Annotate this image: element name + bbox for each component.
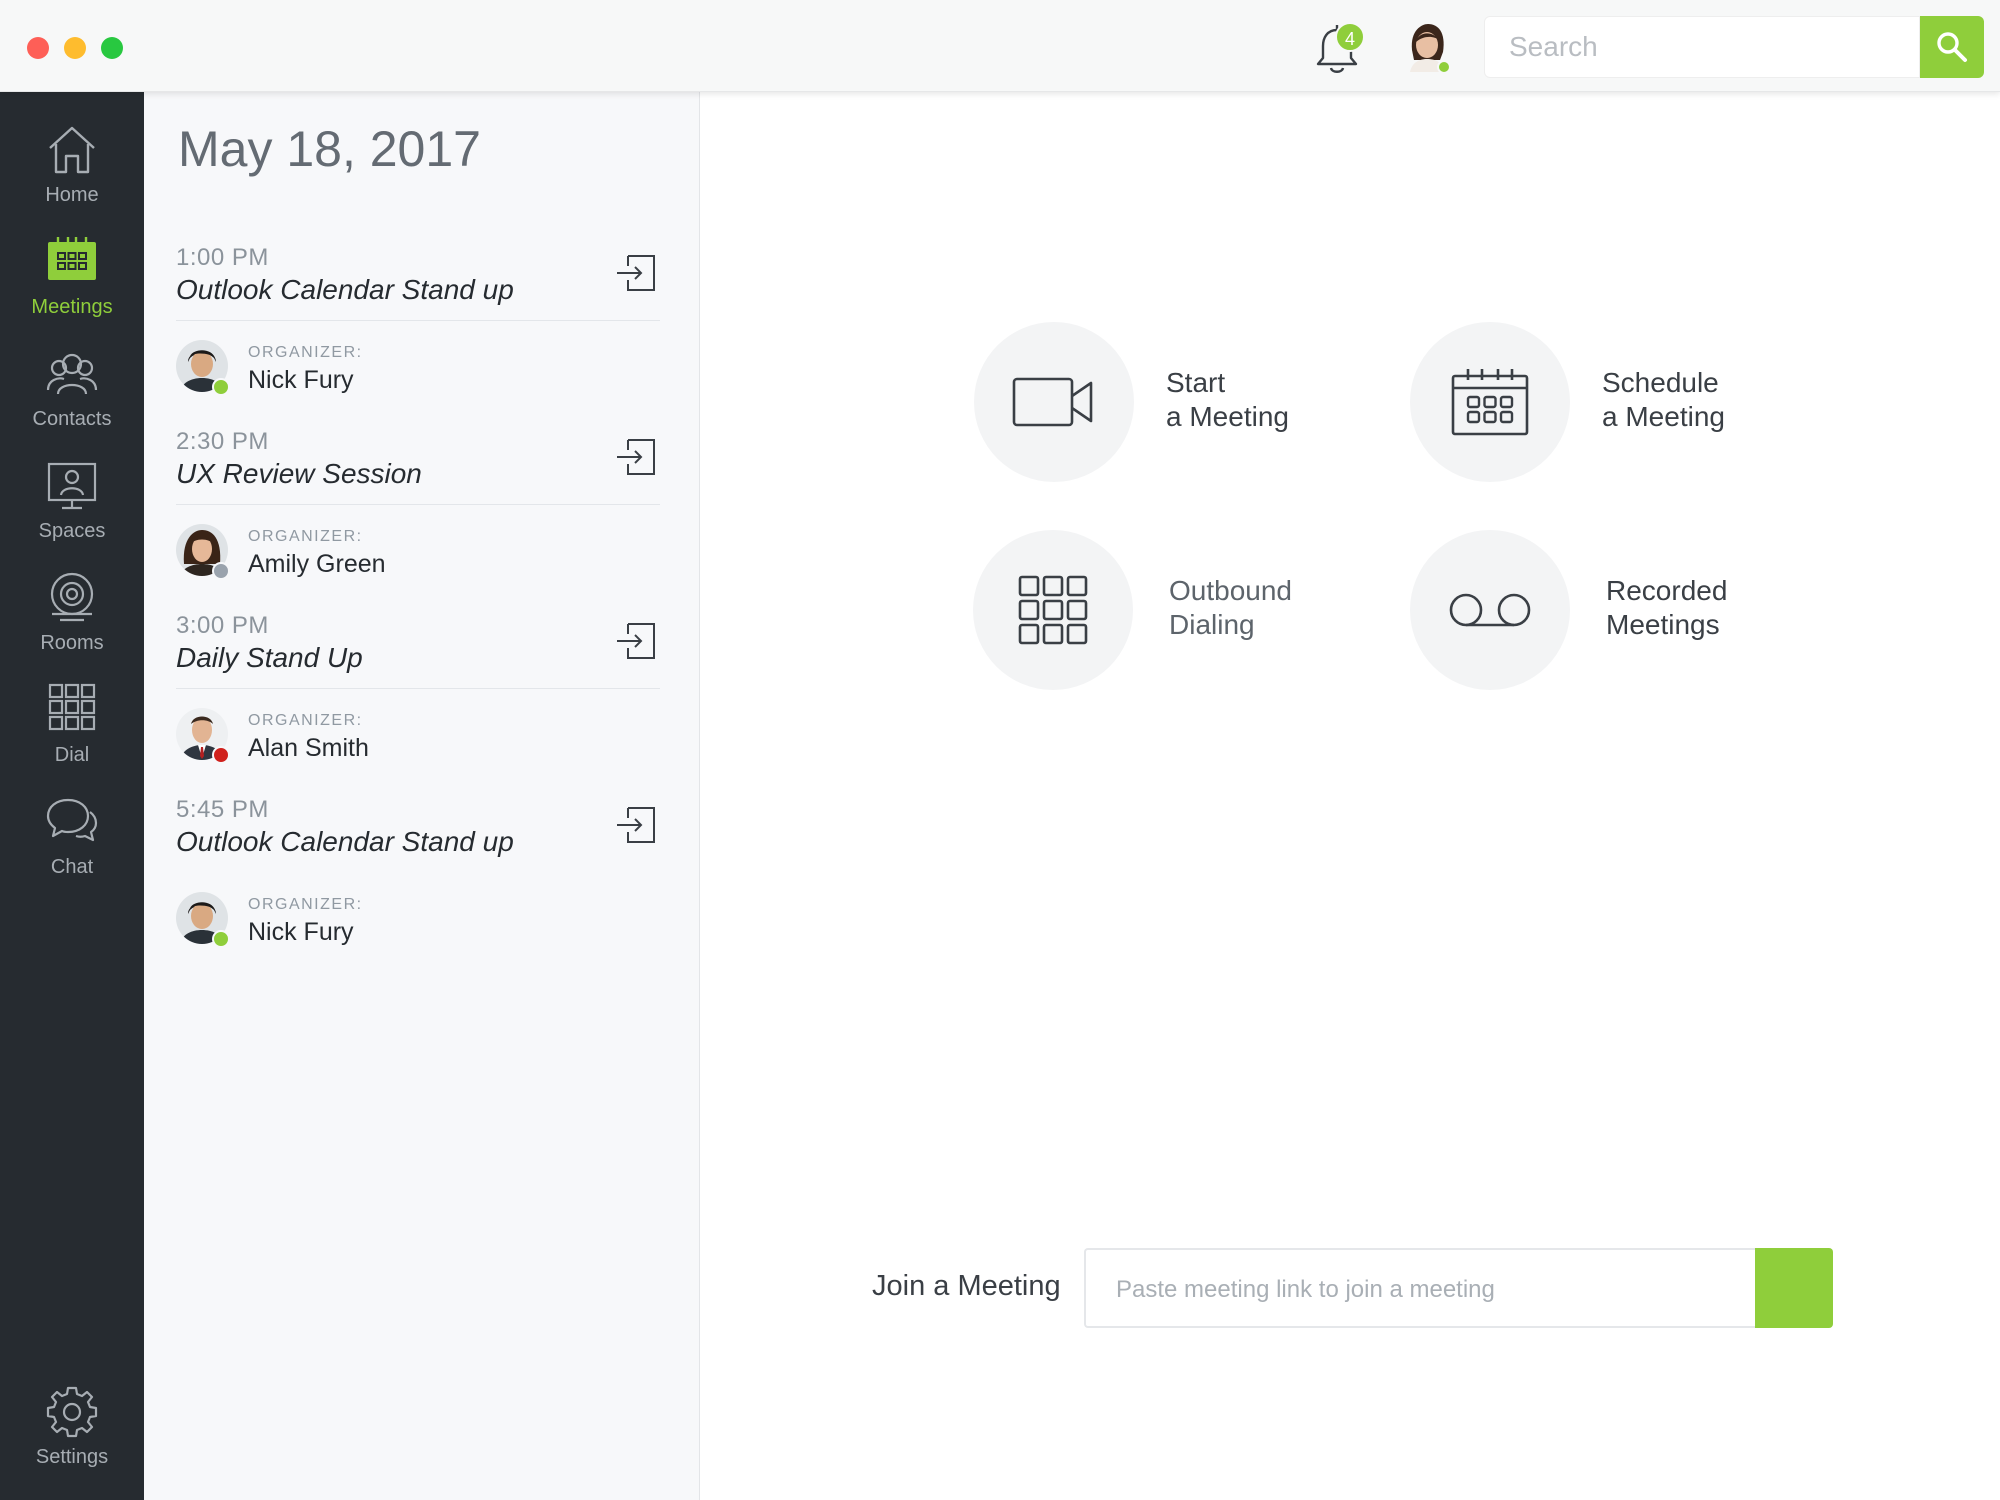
minimize-window-button[interactable]	[64, 37, 86, 59]
spaces-icon	[47, 462, 97, 510]
calendar-icon	[1451, 369, 1529, 436]
join-meeting-button[interactable]	[1755, 1248, 1833, 1328]
organizer-name: Nick Fury	[248, 918, 354, 946]
contacts-icon	[46, 353, 98, 395]
sidebar-item-label: Settings	[35, 1446, 109, 1468]
meeting-title: Outlook Calendar Stand up	[176, 274, 514, 305]
sidebar-item-chat[interactable]: Chat	[0, 794, 144, 898]
action-circle[interactable]	[1410, 530, 1570, 690]
user-status-dot	[1437, 60, 1451, 74]
join-meeting-icon[interactable]	[614, 250, 660, 296]
divider	[176, 504, 660, 505]
meeting-link-input[interactable]	[1116, 1270, 1736, 1310]
sidebar-item-dial[interactable]: Dial	[0, 682, 144, 786]
organizer-label: ORGANIZER:	[248, 896, 363, 913]
sidebar-item-label: Dial	[54, 744, 90, 766]
agenda-panel: May 18, 2017 1:00 PM Outlook Calendar St…	[144, 92, 700, 1500]
organizer-label: ORGANIZER:	[248, 712, 363, 729]
chat-icon	[46, 798, 98, 842]
action-label: Start a Meeting	[1166, 367, 1289, 432]
meeting-item[interactable]: 1:00 PM Outlook Calendar Stand up ORGANI…	[174, 244, 674, 428]
meeting-time: 3:00 PM	[176, 612, 269, 639]
sidebar-item-label: Contacts	[32, 408, 112, 430]
presence-dot	[212, 562, 230, 580]
sidebar-item-label: Meetings	[31, 296, 113, 318]
organizer-name: Amily Green	[248, 550, 386, 578]
sidebar-item-label: Rooms	[40, 632, 104, 654]
presence-dot	[212, 378, 230, 396]
dialpad-icon	[1018, 575, 1088, 645]
schedule-meeting-action[interactable]: Schedule a Meeting	[1410, 322, 1770, 482]
recorded-meetings-action[interactable]: Recorded Meetings	[1410, 530, 1770, 690]
search-input[interactable]	[1509, 27, 1909, 67]
organizer-name: Alan Smith	[248, 734, 369, 762]
sidebar-item-label: Home	[45, 184, 99, 206]
meeting-item[interactable]: 3:00 PM Daily Stand Up ORGANIZER: Alan S…	[174, 612, 674, 796]
sidebar-item-spaces[interactable]: Spaces	[0, 458, 144, 562]
meeting-title: Daily Stand Up	[176, 642, 363, 673]
title-bar: 4	[0, 0, 2000, 92]
meeting-item[interactable]: 5:45 PM Outlook Calendar Stand up ORGANI…	[174, 796, 674, 980]
app-window: 4 Home	[0, 0, 2000, 1500]
join-meeting-icon[interactable]	[614, 434, 660, 480]
gear-icon	[46, 1386, 98, 1438]
outbound-dialing-action[interactable]: Outbound Dialing	[973, 530, 1333, 690]
sidebar-item-settings[interactable]: Settings	[0, 1384, 144, 1488]
join-input-container	[1084, 1248, 1756, 1328]
calendar-icon	[48, 237, 96, 280]
main-content: Start a Meeting Schedule a Meeting Outbo…	[701, 92, 2000, 1500]
start-meeting-action[interactable]: Start a Meeting	[974, 322, 1334, 482]
meeting-title: UX Review Session	[176, 458, 422, 489]
divider	[176, 320, 660, 321]
presence-dot	[212, 930, 230, 948]
sidebar: Home Meetings Contacts Spaces Rooms Dial…	[0, 92, 144, 1500]
close-window-button[interactable]	[27, 37, 49, 59]
rooms-icon	[50, 572, 94, 622]
sidebar-item-home[interactable]: Home	[0, 122, 144, 226]
meeting-title: Outlook Calendar Stand up	[176, 826, 514, 857]
organizer-label: ORGANIZER:	[248, 528, 363, 545]
search-box	[1484, 16, 1920, 78]
action-circle[interactable]	[1410, 322, 1570, 482]
action-circle[interactable]	[974, 322, 1134, 482]
maximize-window-button[interactable]	[101, 37, 123, 59]
divider	[176, 688, 660, 689]
voicemail-icon	[1449, 593, 1531, 627]
sidebar-item-label: Chat	[50, 856, 94, 878]
sidebar-item-label: Spaces	[38, 520, 106, 542]
notification-badge: 4	[1335, 22, 1365, 52]
meeting-time: 5:45 PM	[176, 796, 269, 823]
meeting-time: 1:00 PM	[176, 244, 269, 271]
meeting-time: 2:30 PM	[176, 428, 269, 455]
video-camera-icon	[1012, 377, 1093, 427]
search-button[interactable]	[1920, 16, 1984, 78]
dialpad-icon	[48, 683, 96, 731]
home-icon	[49, 126, 95, 174]
meeting-item[interactable]: 2:30 PM UX Review Session ORGANIZER: Ami…	[174, 428, 674, 612]
presence-dot	[212, 746, 230, 764]
organizer-label: ORGANIZER:	[248, 344, 363, 361]
action-label: Schedule a Meeting	[1602, 367, 1725, 432]
sidebar-item-meetings[interactable]: Meetings	[0, 234, 144, 338]
join-meeting-icon[interactable]	[614, 802, 660, 848]
sidebar-item-rooms[interactable]: Rooms	[0, 570, 144, 674]
sidebar-item-contacts[interactable]: Contacts	[0, 346, 144, 450]
join-meeting-label: Join a Meeting	[872, 1270, 1061, 1302]
organizer-name: Nick Fury	[248, 366, 354, 394]
agenda-date: May 18, 2017	[178, 121, 481, 177]
join-meeting-icon[interactable]	[614, 618, 660, 664]
search-icon	[1937, 32, 1967, 62]
action-label: Outbound Dialing	[1169, 575, 1292, 640]
action-circle[interactable]	[973, 530, 1133, 690]
action-label: Recorded Meetings	[1606, 575, 1728, 640]
